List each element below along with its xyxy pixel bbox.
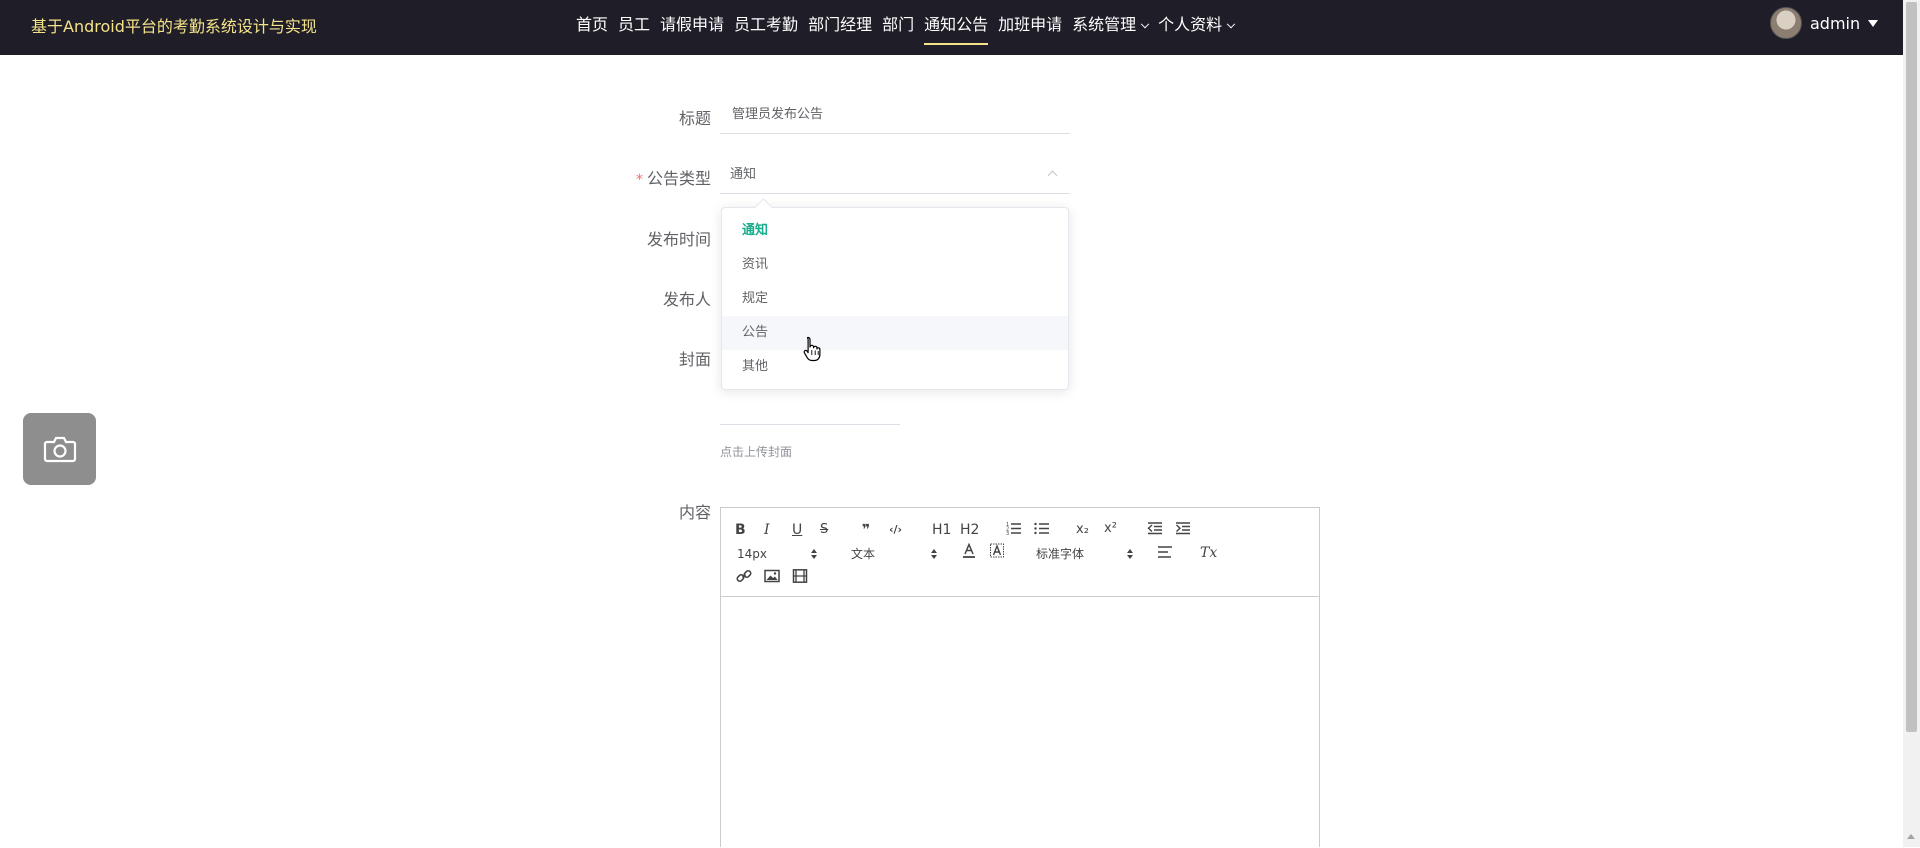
nav-item-label: 员工考勤 [734,15,799,34]
blockquote-button[interactable]: ❞ [862,521,870,539]
video-icon[interactable] [792,569,808,588]
cover-upload-area[interactable] [720,424,900,425]
title-input[interactable]: 管理员发布公告 [720,98,1070,134]
publish-time-label: 发布时间 [646,230,711,249]
chevron-down-icon [1140,19,1150,29]
nav-item-9[interactable]: 个人资料 [1153,0,1239,55]
font-size-select[interactable]: 14px [737,545,821,563]
avatar[interactable] [1770,7,1802,39]
type-label: * 公告类型 [571,165,711,189]
underline-button[interactable]: U [792,521,802,539]
bullet-list-icon[interactable] [1034,521,1050,540]
ordered-list-icon[interactable]: 123 [1006,521,1022,540]
editor-content-area[interactable] [721,597,1319,848]
publisher-label: 发布人 [662,290,711,309]
block-type-value: 文本 [851,547,876,561]
bold-button[interactable]: B [735,521,746,539]
content-label: 内容 [678,503,711,522]
background-color-icon[interactable] [990,543,1004,564]
type-select[interactable]: 通知 [720,158,1070,194]
font-color-icon[interactable] [962,542,976,564]
type-select-value: 通知 [730,167,757,182]
required-mark: * [635,172,643,188]
font-size-value: 14px [737,547,767,561]
nav-item-label: 部门 [882,15,915,34]
hand-pointer-cursor-icon [803,336,821,362]
cover-label: 封面 [678,350,711,369]
chevron-down-icon [1226,19,1236,29]
scroll-down-arrow-icon[interactable] [1907,834,1915,839]
block-type-select[interactable]: 文本 [851,545,937,563]
nav-item-4[interactable]: 部门经理 [803,0,877,55]
scrollbar-thumb[interactable] [1906,2,1917,732]
app-title: 基于Android平台的考勤系统设计与实现 [31,17,317,36]
nav-item-1[interactable]: 员工 [613,0,655,55]
nav-item-2[interactable]: 请假申请 [655,0,729,55]
editor-toolbar: B I U S ❞ ‹/› H1 H2 123 x₂ x² 14px 文本 标准… [721,508,1319,597]
svg-text:3: 3 [1006,531,1009,535]
camera-icon [43,436,76,463]
type-dropdown-menu: 通知 资讯 规定 公告 其他 [721,207,1069,390]
align-left-icon[interactable] [1157,545,1173,564]
nav-item-label: 系统管理 [1072,15,1137,34]
nav-item-label: 部门经理 [808,15,873,34]
type-option[interactable]: 公告 [722,316,1068,350]
cover-upload-tip: 点击上传封面 [720,445,793,459]
font-family-value: 标准字体 [1036,547,1085,561]
nav-item-label: 加班申请 [998,15,1063,34]
type-option[interactable]: 其他 [722,350,1068,384]
clear-format-button[interactable]: Tx [1200,544,1217,562]
nav-item-5[interactable]: 部门 [877,0,919,55]
link-icon[interactable] [736,569,752,588]
caret-down-icon[interactable] [1868,19,1879,27]
user-name[interactable]: admin [1810,14,1860,33]
type-option[interactable]: 规定 [722,282,1068,316]
type-option[interactable]: 资讯 [722,248,1068,282]
type-option[interactable]: 通知 [722,214,1068,248]
subscript-button[interactable]: x₂ [1076,521,1089,539]
screenshot-camera-button[interactable] [23,413,96,485]
nav-item-8[interactable]: 系统管理 [1067,0,1153,55]
h2-button[interactable]: H2 [960,521,979,539]
top-navbar: 基于Android平台的考勤系统设计与实现 首页 员工 请假申请 员工考勤 部门经理 部门… [0,0,1903,55]
nav-item-3[interactable]: 员工考勤 [729,0,803,55]
outdent-icon[interactable] [1147,521,1163,540]
nav-item-7[interactable]: 加班申请 [993,0,1067,55]
indent-icon[interactable] [1175,521,1191,540]
title-label: 标题 [678,109,711,128]
strike-button[interactable]: S [820,521,828,539]
nav-item-label: 请假申请 [660,15,725,34]
image-icon[interactable] [764,569,780,588]
nav-item-label: 首页 [576,15,609,34]
code-block-button[interactable]: ‹/› [889,521,902,539]
nav-item-label: 通知公告 [924,15,989,34]
main-nav: 首页 员工 请假申请 员工考勤 部门经理 部门 通知公告 加班申请 系统管理 个人资料 [571,0,1239,55]
nav-item-label: 员工 [618,15,651,34]
italic-button[interactable]: I [764,521,770,539]
nav-item-6[interactable]: 通知公告 [919,0,993,55]
h1-button[interactable]: H1 [932,521,951,539]
chevron-up-icon [1047,170,1058,181]
nav-item-0[interactable]: 首页 [571,0,613,55]
user-menu[interactable]: admin [1770,7,1879,39]
superscript-button[interactable]: x² [1104,520,1117,538]
type-label-text: 公告类型 [646,169,711,188]
nav-item-label: 个人资料 [1158,15,1223,34]
font-family-select[interactable]: 标准字体 [1036,545,1134,563]
rich-text-editor: B I U S ❞ ‹/› H1 H2 123 x₂ x² 14px 文本 标准… [720,507,1320,847]
